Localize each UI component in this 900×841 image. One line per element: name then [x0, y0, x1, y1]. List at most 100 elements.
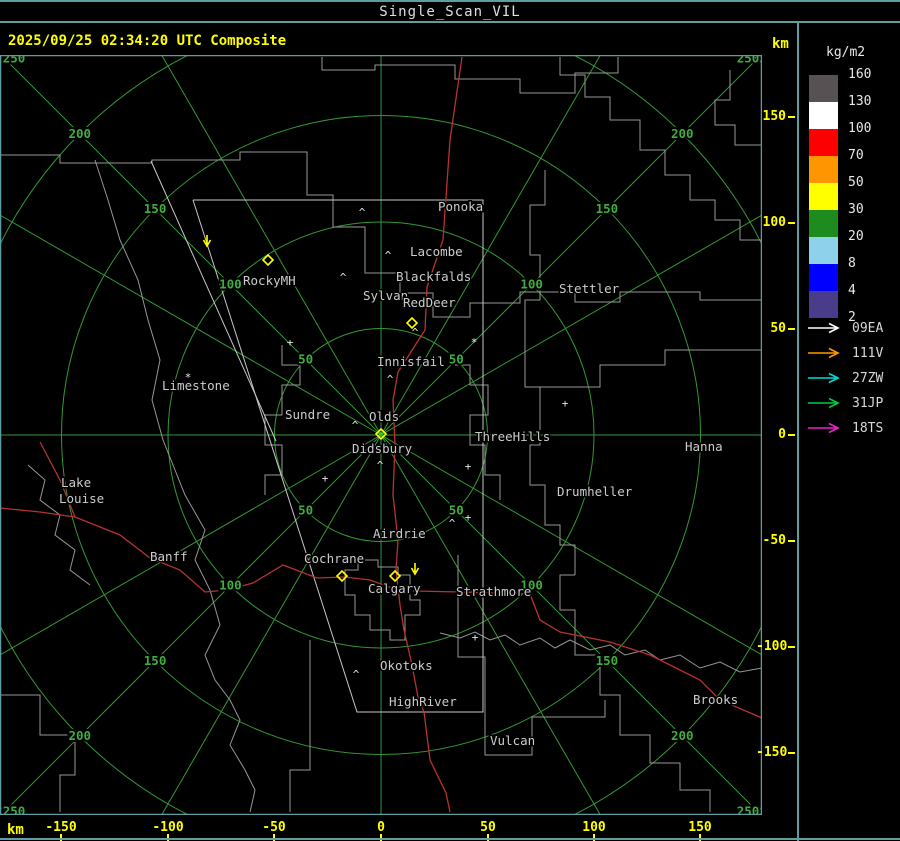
- radar-viewer-window: Single_Scan_VIL 2025/09/25 02:34:20 UTC …: [0, 0, 900, 841]
- right-axis-label-100: 100: [762, 215, 786, 230]
- ring-distance-label: 150: [596, 653, 619, 668]
- vector-label-09EA: 09EA: [852, 321, 884, 336]
- scale-label-50: 50: [848, 175, 864, 190]
- city-label-highriver: HighRiver: [389, 694, 457, 709]
- ring-distance-label: 150: [144, 653, 167, 668]
- right-axis-tick: [788, 222, 795, 224]
- bottom-axis-label--150: -150: [45, 820, 77, 835]
- highway-line: [0, 507, 76, 518]
- scale-block-130: [809, 102, 838, 129]
- county-boundary: [0, 694, 76, 812]
- ring-distance-label: 50: [298, 502, 313, 517]
- azimuth-spoke: [0, 434, 382, 815]
- scale-block-4: [809, 291, 838, 318]
- scale-label-30: 30: [848, 202, 864, 217]
- bottom-axis-label-0: 0: [377, 820, 385, 835]
- ring-distance-label: 150: [144, 201, 167, 216]
- ring-distance-label: 200: [68, 728, 91, 743]
- bottom-axis-label-100: 100: [582, 820, 606, 835]
- right-axis-label--150: -150: [756, 745, 788, 760]
- city-label-strathmore: Strathmore: [456, 584, 531, 599]
- town-marker-glyph: ^: [340, 271, 347, 284]
- town-marker-glyph: ^: [449, 517, 456, 530]
- bottom-axis-label-150: 150: [688, 820, 712, 835]
- city-label-sundre: Sundre: [285, 407, 330, 422]
- top-border-line: [0, 0, 900, 2]
- city-label-olds: Olds: [369, 409, 399, 424]
- ring-distance-label: 200: [671, 728, 694, 743]
- city-label-calgary: Calgary: [368, 581, 421, 596]
- right-axis-tick: [788, 540, 795, 542]
- city-label-lacombe: Lacombe: [410, 244, 463, 259]
- city-label-didsbury: Didsbury: [352, 441, 413, 456]
- ring-distance-label: 100: [219, 578, 242, 593]
- legend-unit-label: kg/m2: [826, 45, 866, 60]
- azimuth-spoke: [0, 214, 382, 436]
- city-label-threehills: ThreeHills: [475, 429, 550, 444]
- scale-block-50: [809, 183, 838, 210]
- right-axis-tick: [788, 434, 795, 436]
- scale-label-20: 20: [848, 229, 864, 244]
- titlebar-divider-line: [0, 21, 900, 23]
- legend-separator-line: [797, 21, 799, 841]
- scale-block-20: [809, 237, 838, 264]
- vector-label-27ZW: 27ZW: [852, 371, 884, 386]
- county-boundary: [289, 640, 311, 812]
- map-svg: 50 5050 50100 100100 100150 150150 150200 20020…: [0, 54, 763, 816]
- county-boundary: [524, 170, 576, 575]
- right-axis-tick: [788, 752, 795, 754]
- town-marker-glyph: ^: [353, 668, 360, 681]
- right-axis-unit-label: km: [772, 36, 789, 52]
- town-marker-glyph: ^: [359, 206, 366, 219]
- ring-distance-label: 200: [671, 126, 694, 141]
- city-label-rockymh: RockyMH: [243, 273, 296, 288]
- right-axis-tick: [788, 646, 795, 648]
- town-marker-glyph: +: [322, 472, 329, 485]
- city-label-lake: Lake: [61, 475, 91, 490]
- bottom-axis-unit-label: km: [7, 822, 24, 838]
- right-axis-tick: [788, 116, 795, 118]
- radar-site-center-dot: [379, 432, 383, 436]
- city-label-reddeer: RedDeer: [403, 295, 456, 310]
- right-axis-label-50: 50: [770, 321, 786, 336]
- azimuth-spoke: [161, 55, 382, 436]
- scale-block-70: [809, 156, 838, 183]
- county-boundary: [94, 159, 256, 813]
- ring-distance-label: 50: [449, 352, 464, 367]
- scale-block-100: [809, 129, 838, 156]
- bottom-axis-label-50: 50: [480, 820, 496, 835]
- scale-label-160: 160: [848, 67, 872, 82]
- town-marker-glyph: ^: [377, 459, 384, 472]
- ring-distance-label: 250: [3, 55, 26, 65]
- town-marker-glyph: *: [471, 336, 478, 349]
- city-label-blackfalds: Blackfalds: [396, 269, 471, 284]
- town-marker-glyph: +: [287, 336, 294, 349]
- right-axis-tick: [788, 328, 795, 330]
- city-label-airdrie: Airdrie: [373, 526, 426, 541]
- city-label-limestone: Limestone: [162, 378, 230, 393]
- scan-sector-line: [150, 160, 277, 442]
- scale-block-8: [809, 264, 838, 291]
- county-boundary: [344, 559, 421, 641]
- ring-distance-label: 100: [219, 276, 242, 291]
- ring-distance-label: 100: [520, 276, 543, 291]
- city-label-sylvan: Sylvan: [363, 288, 408, 303]
- right-axis-label--100: -100: [756, 639, 788, 654]
- vector-label-111V: 111V: [852, 346, 884, 361]
- ring-distance-label: 50: [298, 352, 313, 367]
- ring-distance-label: 200: [68, 126, 91, 141]
- ring-distance-label: 150: [596, 201, 619, 216]
- town-marker-glyph: +: [465, 460, 472, 473]
- city-label-innisfail: Innisfail: [377, 354, 445, 369]
- city-label-hanna: Hanna: [685, 439, 723, 454]
- town-marker-glyph: ^: [352, 419, 359, 432]
- ring-distance-label: 250: [737, 804, 760, 815]
- radar-map-canvas: 50 50 50 50 100 100 100 100 150 150 150 150 200 200 20…: [0, 54, 763, 816]
- scale-label-100: 100: [848, 121, 872, 136]
- scale-label-8: 8: [848, 256, 856, 271]
- page-title: Single_Scan_VIL: [379, 4, 521, 20]
- vector-label-18TS: 18TS: [852, 421, 884, 436]
- azimuth-spoke: [161, 434, 382, 815]
- ring-distance-label: 50: [449, 502, 464, 517]
- town-marker-glyph: ^: [387, 373, 394, 386]
